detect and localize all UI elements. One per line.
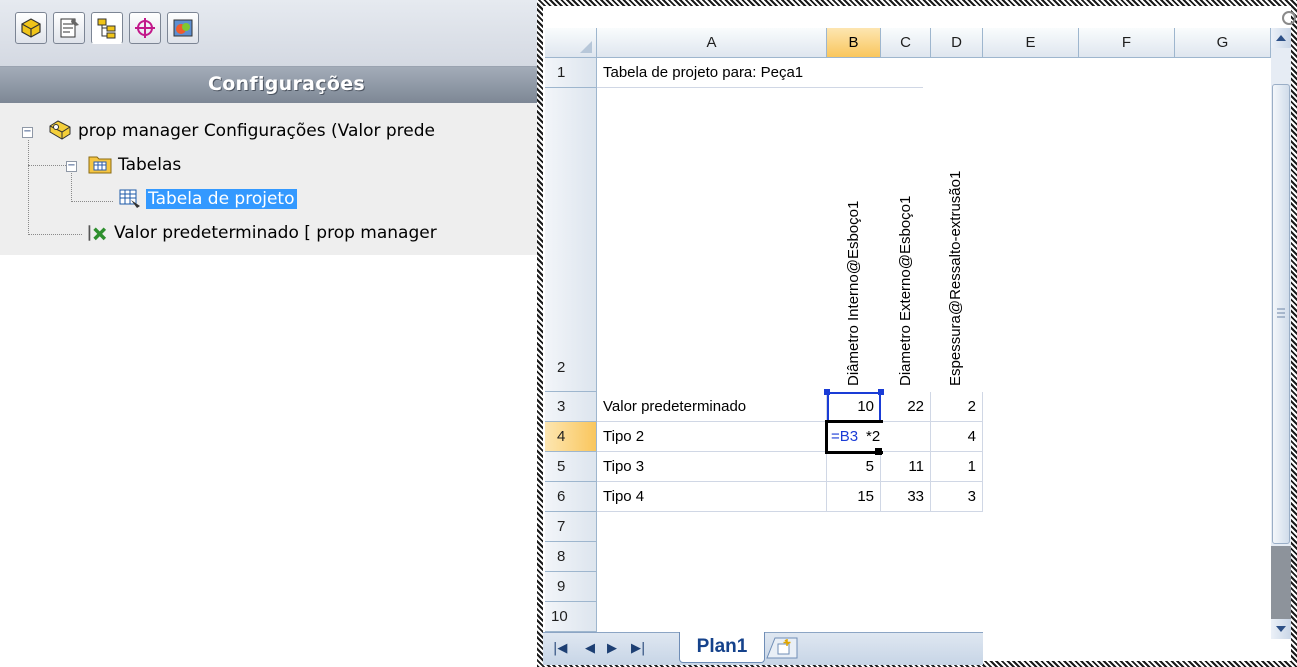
fill-handle[interactable]	[875, 448, 882, 455]
cell-c6[interactable]: 33	[881, 482, 931, 512]
column-header-b[interactable]: B	[827, 28, 881, 58]
column-header-d[interactable]: D	[931, 28, 983, 58]
cell-a5[interactable]: Tipo 3	[597, 452, 827, 482]
split-box-icon[interactable]	[1281, 10, 1297, 26]
configuration-manager-panel: Configurações − prop manager Configuraçõ…	[0, 0, 537, 255]
row-header-5[interactable]: 5	[545, 452, 597, 482]
column-header-a[interactable]: A	[597, 28, 827, 58]
cell-d2[interactable]: Espessura@Ressalto-extrusão1	[947, 171, 964, 386]
sheet-tab-bar: |◀ ◀ ▶ ▶| Plan1	[543, 632, 983, 665]
row-header-4[interactable]: 4	[545, 422, 597, 452]
tab-configuration-manager[interactable]	[91, 12, 123, 44]
tab-display-manager[interactable]	[167, 12, 199, 44]
tree-item-tables-folder[interactable]: − Tabelas	[0, 150, 537, 180]
scroll-up-button[interactable]	[1271, 28, 1291, 48]
tree-item-label: prop manager Configurações (Valor prede	[78, 121, 435, 141]
formula-reference: =B3	[831, 428, 859, 445]
cell-d3[interactable]: 2	[931, 392, 983, 422]
tree-item-design-table[interactable]: Tabela de projeto	[0, 184, 537, 214]
cell-b6[interactable]: 15	[827, 482, 881, 512]
cell-a3[interactable]: Valor predeterminado	[597, 392, 827, 422]
tree-item-label: Tabelas	[118, 155, 182, 175]
cell-b2[interactable]: Diâmetro Interno@Esboço1	[845, 201, 862, 386]
column-header-g[interactable]: G	[1175, 28, 1271, 58]
cell-a1[interactable]: Tabela de projeto para: Peça1	[597, 58, 923, 88]
spreadsheet-grid: A B C D E F G 1 2 3 4 5 6 7 8 9 10 Tabel…	[545, 28, 1271, 639]
insert-sheet-icon[interactable]	[765, 636, 799, 660]
tree-item-root[interactable]: − prop manager Configurações (Valor pred…	[0, 116, 537, 146]
tab-property-manager[interactable]	[53, 12, 85, 44]
cell-area[interactable]	[597, 58, 1271, 639]
sheet-tab-plan1[interactable]: Plan1	[679, 632, 765, 663]
select-all-corner[interactable]	[545, 28, 597, 58]
configuration-tree: − prop manager Configurações (Valor pred…	[0, 104, 537, 255]
cell-d6[interactable]: 3	[931, 482, 983, 512]
tab-feature-manager[interactable]	[15, 12, 47, 44]
row-header-7[interactable]: 7	[545, 512, 597, 542]
cell-d4[interactable]: 4	[931, 422, 983, 452]
previous-sheet-icon[interactable]: ◀	[585, 641, 595, 656]
scroll-up-icon	[1276, 35, 1286, 41]
scroll-down-button[interactable]	[1271, 619, 1291, 639]
tree-item-label: Tabela de projeto	[146, 189, 297, 209]
cell-c4[interactable]	[881, 422, 931, 452]
row-header-2[interactable]: 2	[545, 88, 597, 392]
display-manager-icon	[173, 19, 193, 37]
vertical-scrollbar[interactable]	[1271, 28, 1291, 639]
row-header-6[interactable]: 6	[545, 482, 597, 512]
reference-highlight	[827, 392, 881, 422]
sheet-tab-label: Plan1	[696, 636, 748, 657]
tree-item-default-configuration[interactable]: Valor predeterminado [ prop manager	[0, 218, 537, 248]
column-header-e[interactable]: E	[983, 28, 1079, 58]
reference-handle[interactable]	[878, 389, 884, 395]
manager-tab-strip	[0, 0, 537, 67]
configuration-icon	[88, 225, 107, 241]
folder-icon	[88, 156, 112, 174]
part-icon	[49, 120, 71, 140]
cell-c3[interactable]: 22	[881, 392, 931, 422]
embedded-spreadsheet: A B C D E F G 1 2 3 4 5 6 7 8 9 10 Tabel…	[537, 0, 1297, 667]
reference-handle[interactable]	[824, 389, 830, 395]
scrollbar-track[interactable]	[1271, 546, 1291, 619]
scrollbar-thumb[interactable]	[1272, 84, 1290, 544]
cell-a6[interactable]: Tipo 4	[597, 482, 827, 512]
row-header-1[interactable]: 1	[545, 58, 597, 88]
row-header-10[interactable]: 10	[545, 602, 597, 632]
row-header-3[interactable]: 3	[545, 392, 597, 422]
property-manager-icon	[60, 18, 79, 38]
tree-item-label: Valor predeterminado [ prop manager	[114, 223, 437, 243]
cell-c5[interactable]: 11	[881, 452, 931, 482]
cell-b5[interactable]: 5	[827, 452, 881, 482]
cell-c2[interactable]: Diametro Externo@Esboço1	[897, 196, 914, 386]
tab-dimxpert-manager[interactable]	[129, 12, 161, 44]
cell-d5[interactable]: 1	[931, 452, 983, 482]
first-sheet-icon[interactable]: |◀	[553, 641, 567, 656]
feature-manager-icon	[21, 18, 41, 38]
panel-title: Configurações	[207, 73, 365, 95]
formula-operator: *2	[866, 428, 881, 445]
scroll-down-icon	[1276, 626, 1286, 632]
collapse-toggle[interactable]: −	[22, 127, 33, 138]
panel-header: Configurações	[0, 67, 537, 103]
grip-icon	[1277, 308, 1285, 318]
dimxpert-manager-icon	[135, 18, 155, 38]
configuration-manager-icon	[97, 18, 116, 39]
row-header-9[interactable]: 9	[545, 572, 597, 602]
column-header-c[interactable]: C	[881, 28, 931, 58]
next-sheet-icon[interactable]: ▶	[607, 641, 617, 656]
design-table-icon	[119, 189, 140, 208]
last-sheet-icon[interactable]: ▶|	[631, 641, 645, 656]
row-header-8[interactable]: 8	[545, 542, 597, 572]
column-header-f[interactable]: F	[1079, 28, 1175, 58]
collapse-toggle[interactable]: −	[66, 161, 77, 172]
cell-a4[interactable]: Tipo 2	[597, 422, 827, 452]
